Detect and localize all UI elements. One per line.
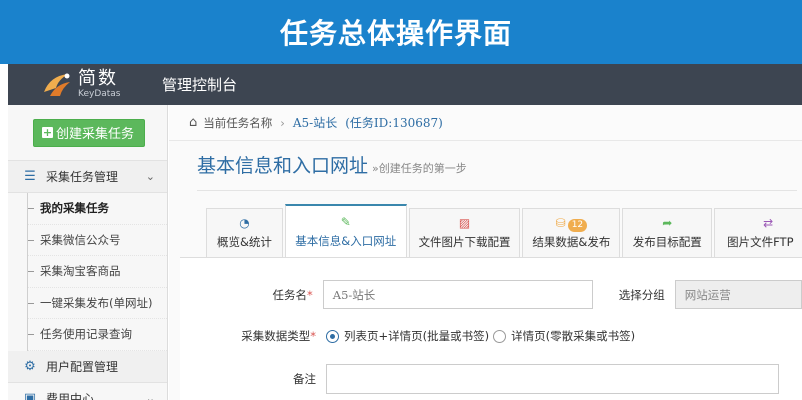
breadcrumb: ⌂ 当前任务名称 › A5-站长 (任务ID:130687): [169, 105, 802, 141]
task-name-row: 任务名* A5-站长 选择分组 网站运营: [180, 280, 802, 309]
sidebar-item-my-tasks[interactable]: 我的采集任务: [28, 193, 167, 225]
sidebar-group-label: 采集任务管理: [46, 170, 119, 184]
sidebar-group-label: 费用中心: [46, 392, 95, 400]
wallet-icon: ▣: [23, 391, 37, 400]
edit-icon: ✎: [340, 214, 351, 229]
chevron-down-icon: ⌄: [145, 170, 155, 183]
plus-icon: +: [42, 126, 53, 139]
chevron-down-icon: ⌄: [145, 391, 155, 400]
main-content: ⌂ 当前任务名称 › A5-站长 (任务ID:130687) 基本信息和入口网址…: [169, 105, 802, 400]
basic-info-form: 任务名* A5-站长 选择分组 网站运营 采集数据类型* 列表页+详情页(批量或…: [180, 257, 802, 400]
tab-publish-target[interactable]: ➦ 发布目标配置: [622, 208, 713, 257]
tab-bar: ◔ 概览&统计 ✎ 基本信息&入口网址 ▨ 文件图片下载配置 ⛁ 12 结果数据&…: [206, 204, 802, 257]
logo-name: 简数: [78, 68, 118, 89]
tab-label: 发布目标配置: [632, 235, 702, 249]
tab-label: 概览&统计: [216, 235, 272, 249]
task-name-input[interactable]: A5-站长: [322, 280, 593, 309]
tab-results-publish[interactable]: ⛁ 12 结果数据&发布: [522, 208, 621, 257]
data-type-label: 采集数据类型: [241, 329, 311, 343]
page-subtitle: »创建任务的第一步: [372, 162, 467, 175]
tab-ftp[interactable]: ⇄ 图片文件FTP: [714, 208, 802, 257]
dashboard-icon: ◔: [239, 216, 250, 230]
sidebar-submenu: 我的采集任务 采集微信公众号 采集淘宝客商品 一键采集发布(单网址) 任务使用记…: [27, 193, 167, 351]
breadcrumb-task-name[interactable]: A5-站长: [293, 114, 337, 131]
tab-label: 基本信息&入口网址: [295, 233, 397, 248]
sidebar-group-user-config[interactable]: ⚙ 用户配置管理: [8, 350, 167, 383]
console-link[interactable]: 管理控制台: [162, 74, 237, 95]
tab-basic-info[interactable]: ✎ 基本信息&入口网址: [284, 204, 407, 257]
sidebar: + 创建采集任务 ☰ 采集任务管理 ⌄ 我的采集任务 采集微信公众号 采集淘宝客…: [8, 105, 168, 400]
tab-label: 结果数据&发布: [532, 235, 611, 249]
note-label: 备注: [293, 372, 316, 386]
logo[interactable]: 简数 KeyDatas: [8, 70, 158, 100]
sidebar-group-fee-center[interactable]: ▣ 费用中心 ⌄: [8, 383, 167, 400]
task-name-label: 任务名: [272, 287, 308, 302]
data-type-row: 采集数据类型* 列表页+详情页(批量或书签) 详情页(零散采集或书签): [180, 328, 802, 344]
required-mark: *: [307, 287, 313, 302]
group-select[interactable]: 网站运营: [674, 280, 802, 309]
sidebar-group-label: 用户配置管理: [46, 359, 119, 374]
sidebar-item-oneclick[interactable]: 一键采集发布(单网址): [28, 288, 167, 319]
sidebar-item-taobao[interactable]: 采集淘宝客商品: [28, 256, 167, 288]
gear-icon: ⚙: [24, 358, 36, 374]
type-option-detail-only[interactable]: 详情页(零散采集或书签): [493, 328, 635, 344]
breadcrumb-task-id: (任务ID:130687): [345, 116, 443, 130]
list-icon: ☰: [24, 169, 36, 184]
group-label: 选择分组: [618, 287, 665, 302]
create-task-label: 创建采集任务: [56, 127, 135, 142]
page-title: 基本信息和入口网址: [197, 155, 369, 177]
banner-title: 任务总体操作界面: [279, 17, 512, 50]
tab-label: 文件图片下载配置: [418, 235, 511, 249]
share-icon: ➦: [662, 216, 673, 230]
database-icon: ⛁ 12: [556, 216, 588, 232]
top-navbar: 简数 KeyDatas 管理控制台: [8, 64, 802, 105]
create-task-area: + 创建采集任务: [8, 105, 167, 161]
sidebar-item-wechat[interactable]: 采集微信公众号: [28, 225, 167, 256]
banner: 任务总体操作界面: [0, 0, 802, 64]
breadcrumb-prefix: 当前任务名称: [203, 115, 273, 130]
note-textarea[interactable]: [326, 364, 779, 394]
image-icon: ▨: [458, 216, 471, 230]
required-mark: *: [310, 329, 316, 343]
exchange-icon: ⇄: [763, 216, 774, 230]
home-icon[interactable]: ⌂: [189, 115, 197, 130]
tab-label: 图片文件FTP: [727, 235, 794, 249]
radio-selected[interactable]: [326, 329, 339, 343]
logo-tagline: KeyDatas: [78, 89, 121, 99]
sidebar-item-usage-records[interactable]: 任务使用记录查询: [28, 319, 167, 351]
radio-unselected[interactable]: [493, 329, 507, 343]
tab-file-download[interactable]: ▨ 文件图片下载配置: [408, 208, 521, 257]
sidebar-group-task-management[interactable]: ☰ 采集任务管理 ⌄: [8, 161, 167, 193]
breadcrumb-separator: ›: [280, 115, 285, 130]
type-option-label: 列表页+详情页(批量或书签): [344, 329, 490, 343]
note-row: 备注: [180, 364, 802, 394]
type-option-list-detail[interactable]: 列表页+详情页(批量或书签): [326, 328, 489, 344]
create-task-button[interactable]: + 创建采集任务: [33, 118, 146, 147]
type-option-label: 详情页(零散采集或书签): [511, 329, 636, 343]
tab-overview[interactable]: ◔ 概览&统计: [206, 208, 283, 257]
logo-mark-icon: [40, 70, 74, 100]
page-header: 基本信息和入口网址 »创建任务的第一步: [197, 151, 797, 191]
results-count-badge: 12: [567, 219, 588, 232]
